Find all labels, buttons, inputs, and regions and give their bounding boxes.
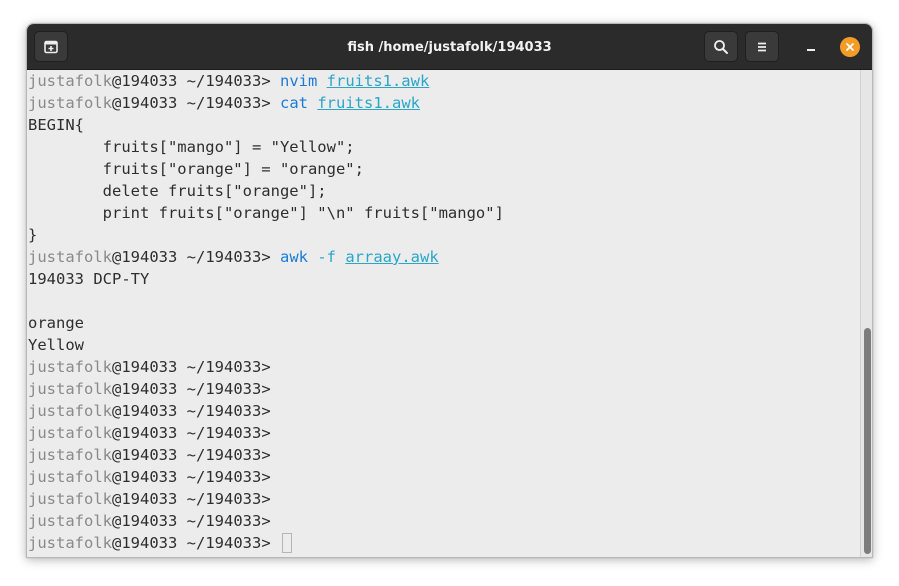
- text-cursor: [281, 533, 292, 553]
- prompt-user: justafolk: [28, 94, 112, 112]
- prompt-host: @194033: [112, 490, 178, 508]
- prompt-dir: ~/194033>: [177, 248, 280, 266]
- prompt-user: justafolk: [28, 424, 112, 442]
- prompt-dir: ~/194033>: [177, 94, 280, 112]
- prompt-line: justafolk@194033 ~/194033>: [27, 356, 860, 378]
- prompt-dir: ~/194033>: [177, 402, 280, 420]
- menu-button[interactable]: [745, 31, 779, 62]
- prompt-dir: ~/194033>: [177, 468, 280, 486]
- command-name: nvim: [279, 72, 318, 90]
- prompt-line: justafolk@194033 ~/194033>: [27, 488, 860, 510]
- prompt-user: justafolk: [28, 248, 112, 266]
- output-line: }: [28, 226, 38, 244]
- prompt-user: justafolk: [28, 490, 112, 508]
- command-name: cat: [279, 94, 308, 112]
- search-button[interactable]: [704, 31, 738, 62]
- prompt-line: justafolk@194033 ~/194033> cat fruits1.a…: [27, 92, 860, 114]
- prompt-host: @194033: [112, 94, 178, 112]
- prompt-line: justafolk@194033 ~/194033>: [27, 466, 860, 488]
- prompt-host: @194033: [112, 72, 178, 90]
- new-tab-icon: [44, 40, 58, 53]
- prompt-user: justafolk: [28, 402, 112, 420]
- prompt-line: justafolk@194033 ~/194033>: [27, 378, 860, 400]
- minimize-icon: [807, 49, 815, 51]
- new-tab-button[interactable]: [34, 31, 68, 62]
- prompt-host: @194033: [112, 358, 178, 376]
- file-link[interactable]: fruits1.awk: [327, 72, 430, 90]
- active-prompt-line[interactable]: justafolk@194033 ~/194033>: [27, 532, 860, 554]
- command-option: -f: [317, 248, 336, 266]
- prompt-line: justafolk@194033 ~/194033> nvim fruits1.…: [27, 70, 860, 92]
- prompt-host: @194033: [112, 248, 178, 266]
- terminal-output[interactable]: justafolk@194033 ~/194033> nvim fruits1.…: [27, 70, 860, 557]
- prompt-line: justafolk@194033 ~/194033>: [27, 444, 860, 466]
- prompt-user: justafolk: [28, 534, 112, 552]
- prompt-dir: ~/194033>: [177, 380, 280, 398]
- prompt-user: justafolk: [28, 358, 112, 376]
- command-name: awk: [279, 248, 308, 266]
- output-line: 194033 DCP-TY: [28, 270, 150, 288]
- prompt-line: justafolk@194033 ~/194033> awk -f arraay…: [27, 246, 860, 268]
- scrollbar-thumb[interactable]: [864, 328, 871, 554]
- prompt-dir: ~/194033>: [177, 424, 280, 442]
- prompt-host: @194033: [112, 424, 178, 442]
- prompt-dir: ~/194033>: [177, 446, 280, 464]
- vertical-scrollbar[interactable]: [860, 70, 872, 557]
- prompt-dir: ~/194033>: [177, 534, 280, 552]
- title-bar: fish /home/justafolk/194033: [27, 24, 872, 70]
- prompt-line: justafolk@194033 ~/194033>: [27, 422, 860, 444]
- prompt-user: justafolk: [28, 72, 112, 90]
- file-link[interactable]: arraay.awk: [345, 248, 438, 266]
- search-icon: [714, 39, 728, 54]
- minimize-button[interactable]: [801, 37, 821, 57]
- output-line: Yellow: [28, 336, 84, 354]
- prompt-user: justafolk: [28, 380, 112, 398]
- output-line: BEGIN{: [28, 116, 84, 134]
- prompt-dir: ~/194033>: [177, 512, 280, 530]
- output-line: fruits["orange"] = "orange";: [28, 160, 364, 178]
- prompt-user: justafolk: [28, 468, 112, 486]
- prompt-dir: ~/194033>: [177, 490, 280, 508]
- prompt-host: @194033: [112, 446, 178, 464]
- prompt-host: @194033: [112, 512, 178, 530]
- prompt-dir: ~/194033>: [177, 358, 280, 376]
- output-line: delete fruits["orange"];: [28, 182, 327, 200]
- file-link[interactable]: fruits1.awk: [317, 94, 420, 112]
- close-icon: [846, 43, 854, 51]
- prompt-user: justafolk: [28, 446, 112, 464]
- prompt-line: justafolk@194033 ~/194033>: [27, 510, 860, 532]
- prompt-host: @194033: [112, 468, 178, 486]
- prompt-host: @194033: [112, 380, 178, 398]
- prompt-host: @194033: [112, 534, 178, 552]
- hamburger-menu-icon: [758, 42, 766, 51]
- close-button[interactable]: [840, 37, 860, 57]
- output-line: orange: [28, 314, 84, 332]
- prompt-user: justafolk: [28, 512, 112, 530]
- prompt-host: @194033: [112, 402, 178, 420]
- output-line: fruits["mango"] = "Yellow";: [28, 138, 355, 156]
- prompt-line: justafolk@194033 ~/194033>: [27, 400, 860, 422]
- terminal-window: fish /home/justafolk/194033 justafolk@19…: [26, 23, 873, 558]
- prompt-dir: ~/194033>: [177, 72, 280, 90]
- output-line: print fruits["orange"] "\n" fruits["mang…: [28, 204, 504, 222]
